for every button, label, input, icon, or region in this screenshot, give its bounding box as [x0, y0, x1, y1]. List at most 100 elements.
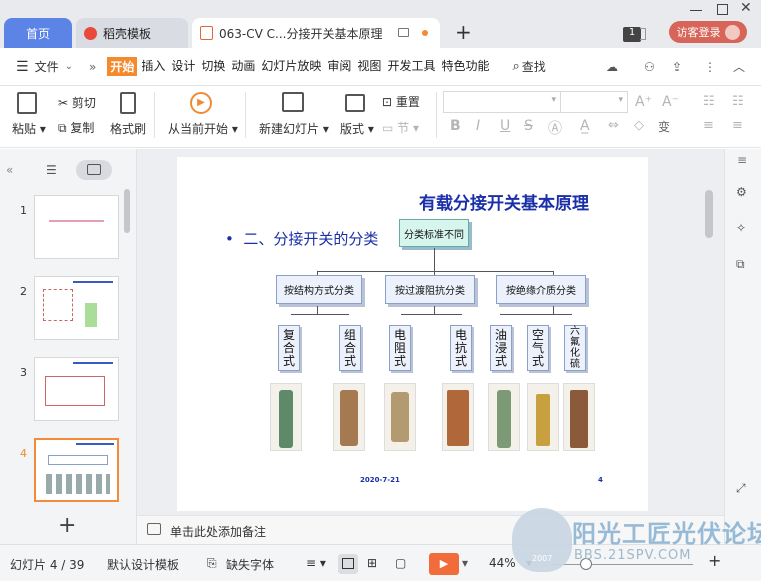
tab-document[interactable]: 063-CV C...分接开关基本原理 — [192, 18, 440, 48]
char-spacing-icon[interactable]: ⇔ — [608, 118, 619, 133]
collapse-ribbon-icon[interactable]: ︿ — [733, 58, 745, 75]
settings-sliders-icon[interactable]: ⚙ — [736, 185, 747, 199]
bullets-icon[interactable]: ☷ — [703, 94, 715, 109]
canvas-scrollbar[interactable] — [705, 190, 713, 238]
expand-icon[interactable]: ⤢ — [736, 481, 746, 496]
font-size-select[interactable]: ▾ — [560, 91, 628, 113]
slides-view-icon[interactable] — [76, 160, 112, 180]
play-circle-icon[interactable]: ▶ — [190, 92, 212, 114]
pinyin-icon[interactable]: 变 — [658, 118, 670, 135]
template-name[interactable]: 默认设计模板 — [107, 556, 179, 573]
menu-tab-design[interactable]: 设计 — [169, 57, 197, 76]
menu-tab-features[interactable]: 特色功能 — [439, 57, 491, 76]
bold-button[interactable]: B — [450, 118, 461, 134]
slide-thumbnail-2[interactable] — [34, 276, 119, 340]
type-box[interactable]: 复合式 — [278, 325, 300, 371]
type-box[interactable]: 油浸式 — [490, 325, 512, 371]
strikethrough-button[interactable]: S — [524, 118, 533, 134]
reading-view-icon[interactable]: ▢ — [395, 556, 406, 570]
underline-button[interactable]: U — [500, 118, 510, 134]
align-center-icon[interactable]: ≡ — [732, 118, 743, 133]
normal-view-icon[interactable] — [338, 554, 358, 574]
sorter-view-icon[interactable]: ⊞ — [367, 556, 377, 570]
font-grow-button[interactable]: A⁺ — [635, 94, 652, 110]
chevron-right-double-icon[interactable]: » — [89, 60, 96, 74]
type-box[interactable]: 空气式 — [527, 325, 549, 371]
restore-icon[interactable] — [640, 28, 646, 40]
paste-button[interactable]: 粘贴 ▾ — [12, 120, 46, 137]
screen-icon[interactable] — [398, 28, 409, 37]
collapse-panel-icon[interactable]: « — [6, 163, 13, 177]
cut-button[interactable]: ✂ 剪切 — [58, 94, 96, 111]
more-icon[interactable]: ⋮ — [704, 60, 716, 74]
type-box[interactable]: 六氟化硫 — [564, 325, 586, 371]
menu-tab-start[interactable]: 开始 — [107, 57, 138, 76]
diagram-root-box[interactable]: 分类标准不同 — [399, 219, 469, 247]
panel-scrollbar[interactable] — [124, 189, 130, 233]
tab-home[interactable]: 首页 — [4, 18, 72, 48]
missing-font-button[interactable]: 缺失字体 — [226, 556, 274, 573]
italic-button[interactable]: I — [476, 118, 480, 134]
category-box[interactable]: 按绝缘介质分类 — [496, 275, 586, 304]
font-shrink-button[interactable]: A⁻ — [662, 94, 679, 110]
minimize-icon[interactable] — [690, 10, 702, 11]
close-icon[interactable]: ✕ — [740, 0, 752, 16]
share-user-icon[interactable]: ⚇ — [644, 60, 655, 74]
page-badge[interactable]: 1 — [623, 27, 641, 42]
thumb-number: 2 — [20, 285, 27, 298]
shading-icon[interactable]: A̲ — [580, 118, 590, 134]
numbering-icon[interactable]: ☷ — [732, 94, 744, 109]
category-box[interactable]: 按结构方式分类 — [276, 275, 362, 304]
export-icon[interactable]: ⇪ — [672, 60, 682, 74]
menu-tab-view[interactable]: 视图 — [355, 57, 383, 76]
clear-format-icon[interactable]: ◇ — [634, 118, 644, 133]
font-color-icon[interactable]: Ⓐ — [548, 118, 562, 138]
hamburger-icon[interactable]: ☰ — [16, 59, 29, 75]
copy-button[interactable]: ⧉ 复制 — [58, 119, 94, 136]
transform-icon[interactable]: ⧉ — [736, 257, 745, 272]
outline-view-icon[interactable]: ☰ — [46, 163, 57, 177]
align-left-icon[interactable]: ≡ — [703, 118, 714, 133]
slide[interactable]: 有载分接开关基本原理 • 二、分接开关的分类 分类标准不同 按结构方式分类 按过… — [177, 157, 648, 511]
type-box[interactable]: 电阻式 — [389, 325, 411, 371]
layout-button[interactable]: 版式 ▾ — [340, 120, 374, 137]
play-slideshow-button[interactable]: ▶ — [429, 553, 459, 575]
slide-thumbnail-3[interactable] — [34, 357, 119, 421]
menu-tab-insert[interactable]: 插入 — [139, 57, 167, 76]
menu-tab-review[interactable]: 审阅 — [325, 57, 353, 76]
format-painter-icon[interactable] — [120, 92, 136, 114]
tab-daoke[interactable]: 稻壳模板 — [76, 18, 188, 48]
layout-icon[interactable] — [345, 94, 365, 112]
login-button[interactable]: 访客登录 — [669, 21, 747, 43]
category-box[interactable]: 按过渡阻抗分类 — [385, 275, 475, 304]
slide-title[interactable]: 有载分接开关基本原理 — [419, 189, 589, 214]
section-button[interactable]: ▭ 节 ▾ — [382, 119, 419, 136]
menu-tab-transition[interactable]: 切换 — [199, 57, 227, 76]
from-current-button[interactable]: 从当前开始 ▾ — [168, 120, 238, 137]
menu-lines-icon[interactable]: ≡ — [737, 153, 747, 167]
search-icon[interactable]: ⌕ — [512, 59, 519, 74]
add-slide-button[interactable]: + — [58, 513, 76, 538]
paste-icon[interactable] — [17, 92, 37, 114]
search-label[interactable]: 查找 — [522, 58, 546, 75]
slide-thumbnail-1[interactable] — [34, 195, 119, 259]
reset-button[interactable]: ⊡ 重置 — [382, 93, 420, 110]
file-menu[interactable]: 文件 — [35, 58, 59, 75]
new-tab-button[interactable]: + — [455, 20, 472, 44]
cloud-sync-icon[interactable]: ☁ — [606, 60, 618, 74]
new-slide-icon[interactable] — [282, 92, 304, 112]
format-painter-button[interactable]: 格式刷 — [110, 120, 146, 137]
menu-tab-developer[interactable]: 开发工具 — [385, 57, 437, 76]
maximize-icon[interactable] — [717, 4, 728, 15]
type-box[interactable]: 组合式 — [339, 325, 361, 371]
view-toggle-icon[interactable]: ≡ ▾ — [306, 556, 326, 570]
new-slide-button[interactable]: 新建幻灯片 ▾ — [259, 120, 329, 137]
type-box[interactable]: 电抗式 — [450, 325, 472, 371]
play-options-icon[interactable]: ▾ — [462, 556, 468, 570]
menu-tab-animation[interactable]: 动画 — [229, 57, 257, 76]
slide-thumbnail-4[interactable] — [34, 438, 119, 502]
slide-bullet[interactable]: • 二、分接开关的分类 — [225, 228, 378, 249]
font-name-select[interactable]: ▾ — [443, 91, 561, 113]
menu-tab-slideshow[interactable]: 幻灯片放映 — [259, 57, 323, 76]
star-icon[interactable]: ✧ — [736, 221, 746, 235]
